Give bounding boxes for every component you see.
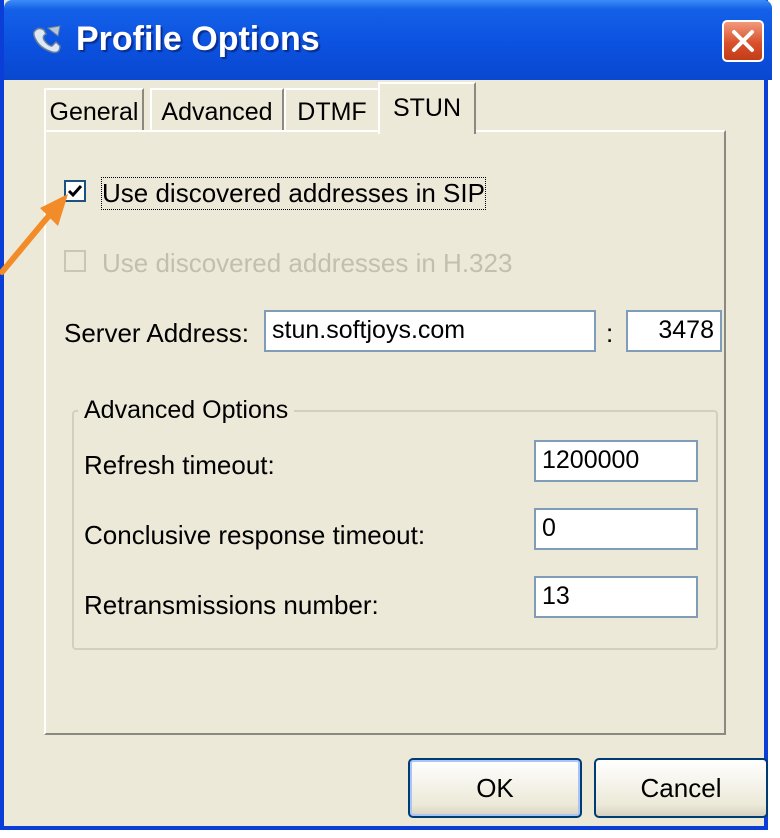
tab-advanced-label: Advanced: [161, 98, 273, 126]
tab-stun-label: STUN: [392, 94, 462, 122]
conclusive-timeout-input[interactable]: 0: [534, 508, 698, 550]
profile-options-dialog: Profile Options General Advanced DTMF ST…: [0, 0, 772, 830]
advanced-options-title: Advanced Options: [78, 396, 295, 425]
tab-dtmf[interactable]: DTMF: [284, 88, 380, 132]
port-separator: :: [606, 318, 614, 348]
close-button[interactable]: [722, 20, 764, 62]
refresh-timeout-label: Refresh timeout:: [84, 450, 275, 480]
cancel-button[interactable]: Cancel: [594, 758, 768, 818]
phone-app-icon: [33, 25, 61, 54]
window-title: Profile Options: [76, 20, 320, 58]
use-h323-label: Use discovered addresses in H.323: [102, 248, 513, 278]
server-address-label: Server Address:: [64, 318, 249, 348]
tab-general[interactable]: General: [44, 88, 144, 132]
ok-button[interactable]: OK: [408, 758, 582, 818]
use-sip-label[interactable]: Use discovered addresses in SIP: [101, 177, 486, 210]
conclusive-timeout-label: Conclusive response timeout:: [84, 520, 426, 550]
tab-advanced[interactable]: Advanced: [150, 88, 284, 132]
tab-general-label: General: [49, 98, 139, 126]
server-port-input[interactable]: 3478: [626, 310, 722, 352]
title-bar[interactable]: Profile Options: [4, 0, 772, 80]
server-address-input[interactable]: stun.softjoys.com: [264, 310, 596, 352]
retransmissions-label: Retransmissions number:: [84, 590, 379, 620]
refresh-timeout-input[interactable]: 1200000: [534, 440, 698, 482]
close-icon: [732, 30, 754, 52]
tab-dtmf-label: DTMF: [297, 98, 367, 126]
tab-stun[interactable]: STUN: [378, 82, 476, 134]
retransmissions-input[interactable]: 13: [534, 576, 698, 618]
pointer-arrow-icon: [0, 194, 68, 275]
